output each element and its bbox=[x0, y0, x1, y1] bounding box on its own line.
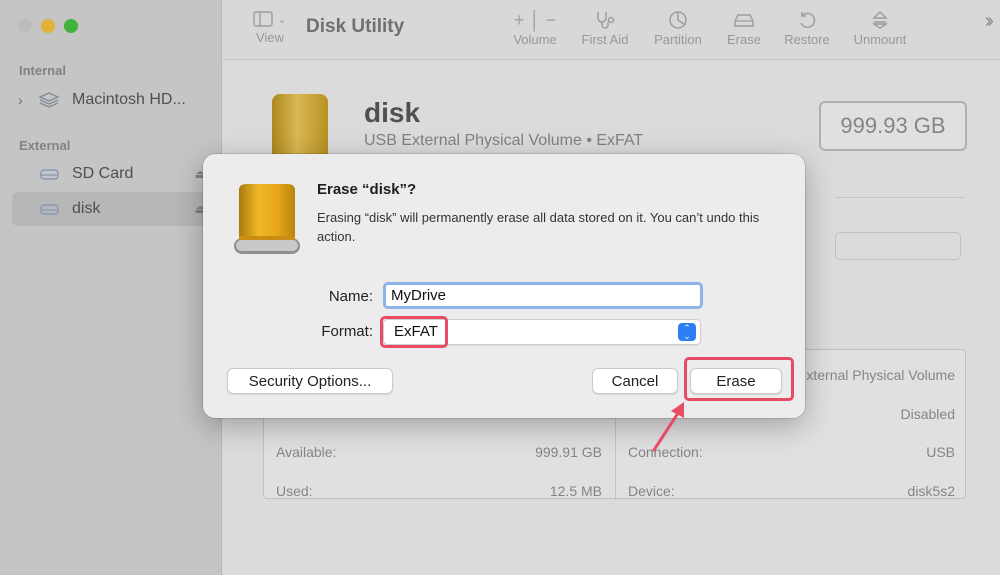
pointer-arrow-icon bbox=[652, 402, 684, 452]
cancel-button[interactable]: Cancel bbox=[592, 368, 678, 394]
erase-highlight bbox=[684, 357, 794, 401]
name-input[interactable] bbox=[383, 282, 703, 309]
security-options-button[interactable]: Security Options... bbox=[227, 368, 393, 394]
name-label: Name: bbox=[328, 288, 373, 305]
dialog-title: Erase “disk”? bbox=[317, 181, 417, 198]
updown-chevron-icon: ⌃ ⌄ bbox=[678, 323, 696, 341]
format-highlight bbox=[380, 316, 448, 348]
dialog-message: Erasing “disk” will permanently erase al… bbox=[317, 210, 760, 244]
erase-dialog: Erase “disk”? Erasing “disk” will perman… bbox=[203, 154, 805, 418]
format-label: Format: bbox=[321, 323, 373, 340]
drive-icon bbox=[234, 184, 300, 254]
